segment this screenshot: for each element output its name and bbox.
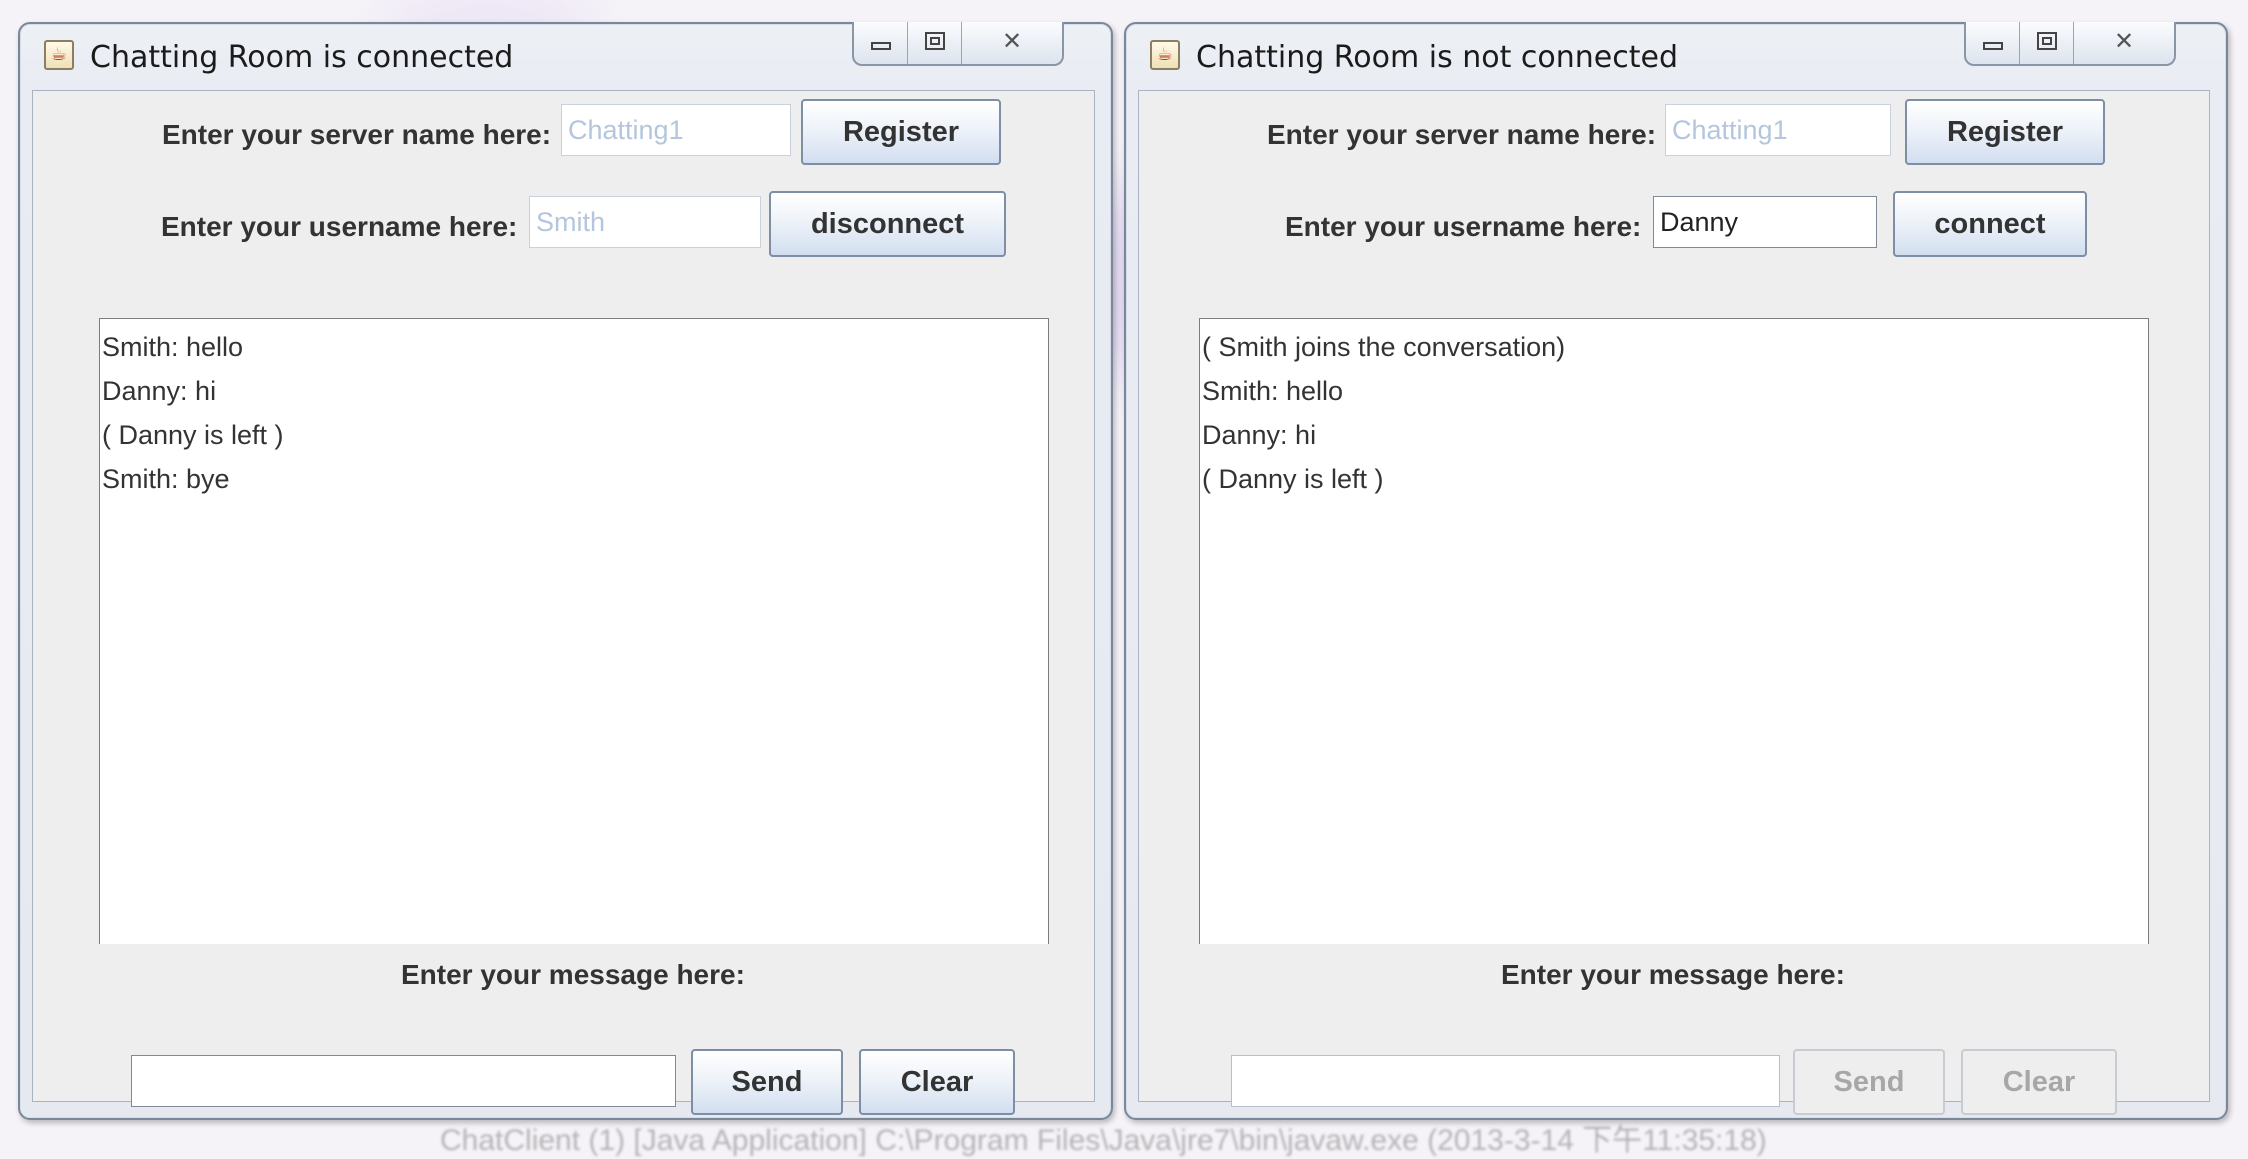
- window-title: Chatting Room is connected: [90, 40, 514, 75]
- message-input[interactable]: [1231, 1055, 1780, 1107]
- minimize-icon: [1983, 42, 2003, 50]
- register-button[interactable]: Register: [1905, 99, 2105, 165]
- chat-window-connected[interactable]: ☕ Chatting Room is connected ✕ Enter you…: [18, 22, 1113, 1120]
- chat-message: ( Danny is left ): [1202, 464, 1384, 494]
- send-button[interactable]: Send: [1793, 1049, 1945, 1115]
- minimize-button[interactable]: [854, 22, 908, 64]
- caption-buttons: ✕: [1964, 22, 2176, 66]
- java-cup-icon[interactable]: ☕: [44, 40, 74, 70]
- close-button[interactable]: ✕: [962, 22, 1062, 64]
- message-label: Enter your message here:: [1501, 959, 1845, 990]
- connect-button[interactable]: connect: [1893, 191, 2087, 257]
- clear-button[interactable]: Clear: [1961, 1049, 2117, 1115]
- minimize-icon: [871, 42, 891, 50]
- disconnect-button[interactable]: disconnect: [769, 191, 1006, 257]
- window-client-area: Enter your server name here: Chatting1 R…: [32, 90, 1095, 1115]
- username-label: Enter your username here:: [1285, 211, 1642, 242]
- server-name-label: Enter your server name here:: [162, 119, 552, 150]
- username-label: Enter your username here:: [161, 211, 518, 242]
- chat-log[interactable]: ( Smith joins the conversation) Smith: h…: [1199, 318, 2149, 944]
- close-button[interactable]: ✕: [2074, 22, 2174, 64]
- message-label: Enter your message here:: [401, 959, 745, 990]
- chat-message: ( Danny is left ): [102, 420, 284, 450]
- message-input[interactable]: [131, 1055, 676, 1107]
- background-status-text: ChatClient (1) [Java Application] C:\Pro…: [440, 1124, 1767, 1157]
- java-cup-icon[interactable]: ☕: [1150, 40, 1180, 70]
- send-button[interactable]: Send: [691, 1049, 843, 1115]
- username-field[interactable]: Danny: [1653, 196, 1877, 248]
- minimize-button[interactable]: [1966, 22, 2020, 64]
- maximize-icon: [925, 32, 945, 50]
- chat-message: ( Smith joins the conversation): [1202, 332, 1566, 362]
- title-bar[interactable]: ☕ Chatting Room is not connected ✕: [1126, 22, 2226, 90]
- maximize-icon: [2037, 32, 2057, 50]
- chat-message: Smith: hello: [1202, 376, 1344, 406]
- username-field[interactable]: Smith: [529, 196, 761, 248]
- title-bar[interactable]: ☕ Chatting Room is connected ✕: [20, 22, 1111, 90]
- server-name-field[interactable]: Chatting1: [1665, 104, 1891, 156]
- window-title: Chatting Room is not connected: [1196, 40, 1679, 75]
- maximize-button[interactable]: [908, 22, 962, 64]
- chat-message: Danny: hi: [1202, 420, 1317, 450]
- chat-window-not-connected[interactable]: ☕ Chatting Room is not connected ✕ Enter…: [1124, 22, 2228, 1120]
- window-client-area: Enter your server name here: Chatting1 R…: [1138, 90, 2210, 1115]
- chat-message: Danny: hi: [102, 376, 217, 406]
- chat-log[interactable]: Smith: hello Danny: hi ( Danny is left )…: [99, 318, 1049, 944]
- clear-button[interactable]: Clear: [859, 1049, 1015, 1115]
- maximize-button[interactable]: [2020, 22, 2074, 64]
- server-name-field[interactable]: Chatting1: [561, 104, 791, 156]
- chat-message: Smith: hello: [102, 332, 244, 362]
- close-icon: ✕: [2113, 27, 2135, 55]
- register-button[interactable]: Register: [801, 99, 1001, 165]
- server-name-label: Enter your server name here:: [1267, 119, 1657, 150]
- chat-message: Smith: bye: [102, 464, 230, 494]
- close-icon: ✕: [1001, 27, 1023, 55]
- caption-buttons: ✕: [852, 22, 1064, 66]
